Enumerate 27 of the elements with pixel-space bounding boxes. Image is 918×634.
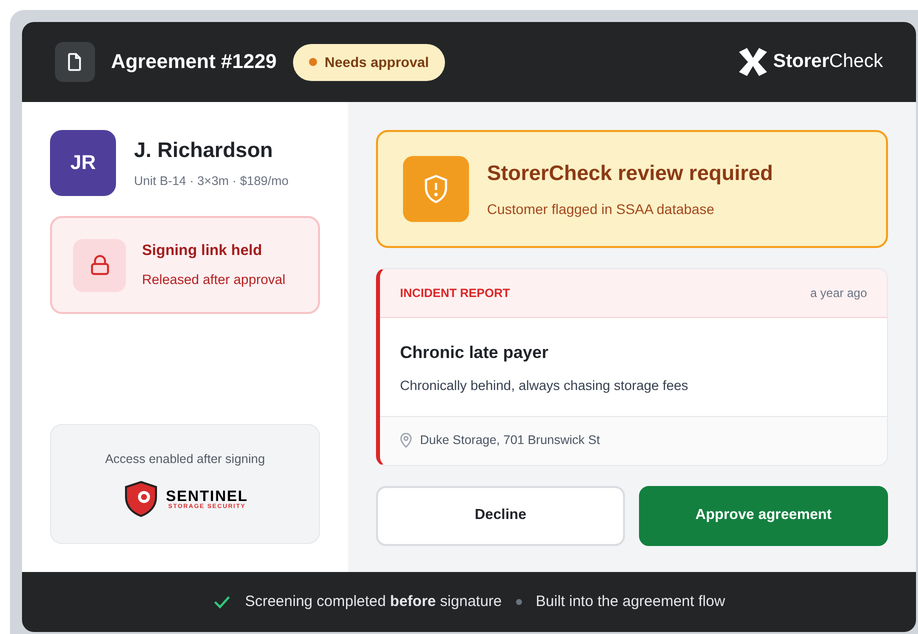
footer-note: Screening completed before signature — [244, 592, 502, 612]
document-icon — [55, 42, 95, 82]
brand-name: StorerCheck — [773, 50, 883, 74]
unit-details: Unit B-14 · 3×3m · $189/mo — [134, 173, 289, 190]
location-pin-icon — [400, 433, 412, 448]
shield-alert-icon — [403, 156, 469, 222]
alert-title: StorerCheck review required — [487, 160, 773, 187]
status-badge: Needs approval — [292, 44, 445, 80]
decline-button[interactable]: Decline — [376, 486, 625, 546]
access-caption: Access enabled after signing — [105, 450, 265, 468]
incident-title: Chronic late payer — [400, 342, 550, 364]
incident-time: a year ago — [810, 285, 867, 302]
hold-subtitle: Released after approval — [142, 271, 286, 290]
incident-location: Duke Storage, 701 Brunswick St — [420, 432, 600, 450]
incident-label: INCIDENT REPORT — [400, 285, 510, 302]
avatar: JR — [50, 130, 116, 196]
agreement-title: Agreement #1229 — [111, 50, 277, 75]
hold-title: Signing link held — [142, 240, 263, 261]
alert-subtitle: Customer flagged in SSAA database — [487, 200, 716, 220]
footer-note: Built into the agreement flow — [536, 592, 726, 612]
brand-logo-icon — [737, 46, 770, 78]
lock-icon — [73, 238, 126, 292]
checkmark-icon — [212, 595, 231, 609]
customer-name: J. Richardson — [134, 138, 274, 164]
partner-name: SENTINEL — [166, 488, 248, 504]
incident-description: Chronically behind, always chasing storage fees — [400, 376, 690, 395]
approve-button[interactable]: Approve agreement — [639, 486, 888, 546]
